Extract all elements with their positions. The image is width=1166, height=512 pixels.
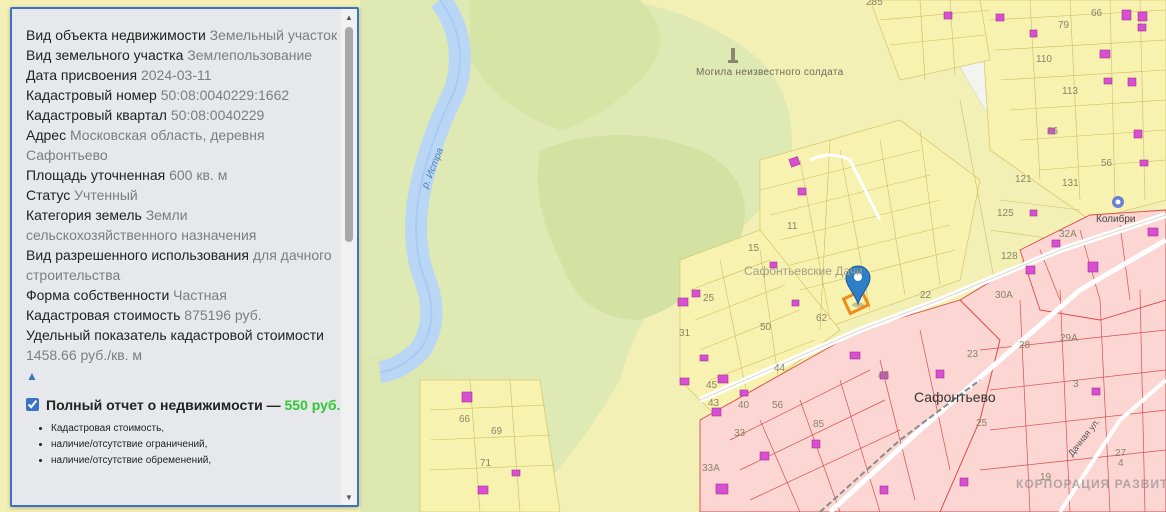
dacha-label: Сафонтьевские Дачи xyxy=(744,264,863,278)
plot-number: 110 xyxy=(1036,54,1052,65)
property-info-panel[interactable]: Вид объекта недвижимости Земельный участ… xyxy=(10,7,359,507)
plot-number: 56 xyxy=(1101,158,1113,169)
row-label: Дата присвоения xyxy=(26,67,138,83)
row-value: 2024-03-11 xyxy=(140,67,212,83)
panel-scrollbar[interactable]: ▲ ▼ xyxy=(341,9,357,505)
row-label: Кадастровый номер xyxy=(26,87,157,103)
plot-number: 23 xyxy=(967,349,979,360)
row-value: 50:08:0040229 xyxy=(170,107,265,123)
plot-number: 71 xyxy=(480,458,492,469)
plot-number: 56 xyxy=(772,400,784,411)
row-value: 875196 руб. xyxy=(184,307,262,323)
plot-number: 27 xyxy=(1115,448,1127,459)
row-label: Вид земельного участка xyxy=(26,47,184,63)
plot-number: 44 xyxy=(774,363,786,374)
plot-number: 85 xyxy=(813,419,825,430)
row-value: Учтенный xyxy=(74,187,138,203)
plot-number: 3 xyxy=(1073,379,1079,390)
info-row-date: Дата присвоения 2024-03-11 xyxy=(26,65,342,85)
row-label: Удельный показатель кадастровой стоимост… xyxy=(26,327,324,343)
collapse-arrow-icon[interactable]: ▲ xyxy=(26,366,342,386)
scroll-down-icon[interactable]: ▼ xyxy=(341,489,357,505)
monument-label: Могила неизвестного солдата xyxy=(696,67,844,78)
full-report-option[interactable]: Полный отчет о недвижимости — 550 руб. xyxy=(26,395,342,415)
info-row-object-type: Вид объекта недвижимости Земельный участ… xyxy=(26,25,342,45)
plot-number: 16 xyxy=(1047,126,1059,137)
plot-number: 69 xyxy=(491,426,503,437)
row-value: Частная xyxy=(173,287,227,303)
info-row-land-type: Вид земельного участка Землепользование xyxy=(26,45,342,65)
info-row-address: Адрес Московская область, деревня Сафонт… xyxy=(26,125,342,165)
row-value: Землепользование xyxy=(187,47,313,63)
info-row-ownership: Форма собственности Частная xyxy=(26,285,342,305)
full-report-text: Полный отчет о недвижимости — 550 руб. xyxy=(46,395,340,415)
plot-number: 45 xyxy=(706,380,718,391)
plot-number: 29А xyxy=(1060,333,1078,344)
plot-number: 285 xyxy=(866,0,883,8)
plot-number: 33А xyxy=(702,463,720,474)
row-value: 50:08:0040229:1662 xyxy=(160,87,290,103)
village-label: Сафонтьево xyxy=(914,389,996,405)
report-features-list: Кадастровая стоимость, наличие/отсутстви… xyxy=(51,421,342,469)
row-label: Вид разрешенного использования xyxy=(26,247,249,263)
info-row-status: Статус Учтенный xyxy=(26,185,342,205)
plot-number: 128 xyxy=(1001,251,1018,262)
info-row-specific-cost: Удельный показатель кадастровой стоимост… xyxy=(26,325,342,365)
shop-icon xyxy=(1112,196,1124,208)
row-label: Категория земель xyxy=(26,207,142,223)
info-row-cadastral-quarter: Кадастровый квартал 50:08:0040229 xyxy=(26,105,342,125)
plot-number: 113 xyxy=(1062,86,1078,97)
full-report-price: 550 руб. xyxy=(284,397,341,413)
list-item: Кадастровая стоимость, xyxy=(51,421,342,437)
plot-number: 15 xyxy=(748,243,760,254)
row-label: Статус xyxy=(26,187,71,203)
plot-number: 125 xyxy=(997,208,1014,219)
plot-number: 11 xyxy=(787,221,798,232)
scrollbar-thumb[interactable] xyxy=(345,27,353,242)
row-value: 600 кв. м xyxy=(169,167,228,183)
plot-number: 79 xyxy=(1058,20,1070,31)
row-label: Вид объекта недвижимости xyxy=(26,27,206,43)
row-label: Форма собственности xyxy=(26,287,170,303)
info-row-area: Площадь уточненная 600 кв. м xyxy=(26,165,342,185)
plot-number: 131 xyxy=(1062,178,1079,189)
poi-label: Колибри xyxy=(1096,214,1136,225)
plot-number: 22 xyxy=(920,290,932,301)
plot-number: 66 xyxy=(459,414,471,425)
plot-number: 62 xyxy=(816,313,828,324)
scroll-up-icon[interactable]: ▲ xyxy=(341,9,357,25)
full-report-checkbox[interactable] xyxy=(26,398,39,411)
row-label: Кадастровая стоимость xyxy=(26,307,181,323)
plot-number: 66 xyxy=(1091,8,1103,19)
plot-number: 32А xyxy=(1059,229,1077,240)
plot-number: 28 xyxy=(1019,340,1031,351)
plot-number: 4 xyxy=(1118,458,1124,469)
plot-number: 25 xyxy=(703,293,715,304)
watermark: КОРПОРАЦИЯ РАЗВИТИЯ xyxy=(1016,477,1166,491)
plot-number: 48 xyxy=(878,370,890,381)
plot-number: 121 xyxy=(1015,174,1032,185)
row-value: 1458.66 руб./кв. м xyxy=(26,347,143,363)
plot-number: 30А xyxy=(995,290,1013,301)
info-row-cadastral-cost: Кадастровая стоимость 875196 руб. xyxy=(26,305,342,325)
row-value: Земельный участок xyxy=(209,27,338,43)
plot-number: 25 xyxy=(976,418,988,429)
info-row-land-category: Категория земель Земли сельскохозяйствен… xyxy=(26,205,342,245)
plot-number: 50 xyxy=(760,322,772,333)
row-label: Площадь уточненная xyxy=(26,167,166,183)
plot-number: 33 xyxy=(734,428,746,439)
row-label: Кадастровый квартал xyxy=(26,107,167,123)
list-item: наличие/отсутствие обременений, xyxy=(51,453,342,469)
plot-number: 40 xyxy=(738,400,750,411)
plot-number: 19 xyxy=(1040,472,1052,483)
info-row-cadastral-number: Кадастровый номер 50:08:0040229:1662 xyxy=(26,85,342,105)
plot-number: 43 xyxy=(708,398,720,409)
plot-number: 31 xyxy=(679,328,691,339)
panel-content: Вид объекта недвижимости Земельный участ… xyxy=(26,25,342,469)
row-label: Адрес xyxy=(26,127,67,143)
list-item: наличие/отсутствие ограничений, xyxy=(51,437,342,453)
info-row-permitted-use: Вид разрешенного использования для дачно… xyxy=(26,245,342,285)
full-report-title: Полный отчет о недвижимости — xyxy=(46,397,281,413)
